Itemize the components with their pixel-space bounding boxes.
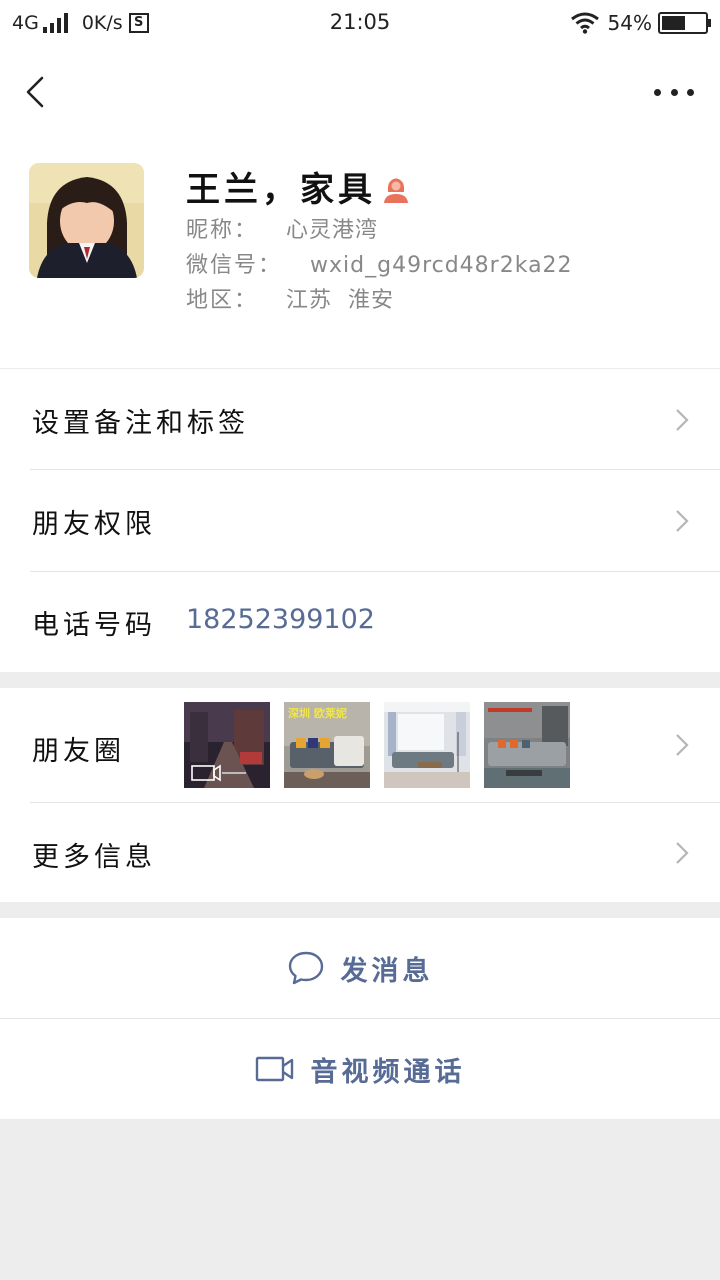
moments-cell[interactable]: 朋友圈 深圳 欧莱妮	[0, 688, 720, 802]
video-camera-icon	[255, 1056, 293, 1082]
video-call-button[interactable]: 音视频通话	[0, 1019, 720, 1119]
name-row: 王兰，家具	[186, 162, 410, 211]
moments-label: 朋友圈	[32, 736, 125, 767]
more-dot-icon	[687, 88, 694, 96]
more-options-button[interactable]	[654, 78, 694, 106]
moment-photo-grey-sofa	[484, 702, 570, 788]
nickname-label: 昵称：	[186, 218, 259, 243]
more-dot-icon	[670, 88, 678, 96]
moment-photo-sofa-ad: 深圳 欧莱妮	[284, 702, 370, 788]
phone-cell: 电话号码 18252399102	[0, 572, 720, 672]
video-call-label: 音视频通话	[310, 1056, 466, 1088]
region-label: 地区：	[186, 288, 259, 313]
status-bar: 4G 0K/s S 21:05 54%	[0, 0, 720, 48]
chat-bubble-icon	[288, 951, 323, 985]
chevron-right-icon	[676, 409, 689, 431]
wechat-id-value[interactable]: wxid_g49rcd48r2ka22	[310, 253, 573, 278]
chevron-right-icon	[676, 734, 689, 756]
moment-photo-living-room	[384, 702, 470, 788]
battery-fill	[662, 16, 685, 30]
nav-bar	[0, 48, 720, 136]
send-message-inner: 发消息	[0, 918, 720, 1018]
more-info-cell[interactable]: 更多信息	[0, 803, 720, 902]
more-dot-icon	[654, 88, 661, 96]
nickname-line: 昵称： 心灵港湾	[186, 212, 378, 244]
avatar[interactable]	[29, 163, 144, 278]
region-line: 地区： 江苏 淮安	[186, 282, 394, 314]
send-message-button[interactable]: 发消息	[0, 918, 720, 1018]
info-card: 设置备注和标签 朋友权限 电话号码 18252399102	[0, 369, 720, 672]
phone-number-link[interactable]: 18252399102	[186, 604, 375, 635]
display-name: 王兰，家具	[186, 170, 376, 210]
more-info-label: 更多信息	[32, 842, 156, 873]
battery-icon	[658, 12, 711, 34]
friend-permissions-cell[interactable]: 朋友权限	[0, 470, 720, 571]
friend-permissions-label: 朋友权限	[32, 509, 156, 540]
status-right: 54%	[570, 11, 711, 35]
chevron-right-icon	[676, 842, 689, 864]
battery-percent: 54%	[607, 11, 652, 35]
phone-label: 电话号码	[32, 610, 156, 641]
video-icon	[192, 766, 193, 767]
moment-photo-video	[184, 702, 270, 788]
wifi-icon	[570, 12, 599, 34]
female-user-icon	[384, 178, 408, 203]
moments-card: 朋友圈 深圳 欧莱妮 更多信息	[0, 688, 720, 902]
chevron-left-icon	[26, 76, 44, 108]
remark-tags-cell[interactable]: 设置备注和标签	[0, 369, 720, 469]
video-call-inner: 音视频通话	[0, 1019, 720, 1119]
send-message-label: 发消息	[340, 955, 434, 987]
region-value: 江苏 淮安	[286, 288, 395, 313]
wechat-id-line: 微信号： wxid_g49rcd48r2ka22	[186, 247, 573, 279]
avatar-image	[29, 163, 144, 278]
back-button[interactable]	[18, 70, 58, 114]
remark-tags-label: 设置备注和标签	[32, 408, 249, 439]
wechat-id-label: 微信号：	[186, 253, 283, 278]
nickname-value: 心灵港湾	[286, 218, 379, 243]
chevron-right-icon	[676, 510, 689, 532]
profile-header: 王兰，家具 昵称： 心灵港湾 微信号： wxid_g49rcd48r2ka22 地区…	[0, 136, 720, 368]
photo-caption: 深圳 欧莱妮	[288, 707, 347, 720]
moments-photos: 深圳 欧莱妮	[184, 702, 570, 788]
